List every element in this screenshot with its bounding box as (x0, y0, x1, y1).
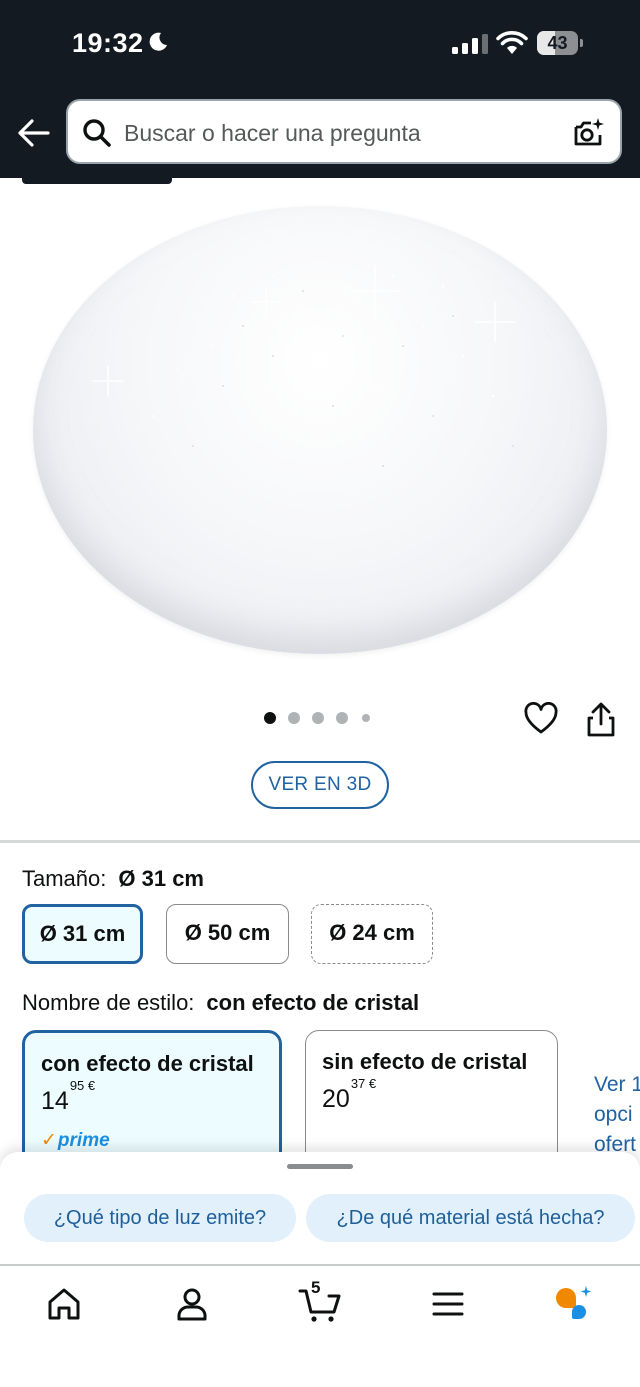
share-icon[interactable] (584, 700, 618, 738)
style-heading: Nombre de estilo: con efecto de cristal (22, 990, 419, 1016)
home-icon[interactable] (42, 1282, 86, 1326)
pagination-dot[interactable] (312, 712, 324, 724)
style-option-name: con efecto de cristal (41, 1051, 254, 1076)
prime-check-icon: ✓ (41, 1130, 57, 1151)
search-icon (83, 119, 111, 147)
cart-count-badge: 5 (311, 1278, 321, 1297)
cart-button[interactable]: 5 (298, 1278, 342, 1326)
bottom-navigation: 5 (0, 1264, 640, 1387)
size-option-50[interactable]: Ø 50 cm (166, 904, 289, 964)
menu-icon[interactable] (426, 1282, 470, 1326)
back-arrow-icon[interactable] (14, 114, 52, 152)
suggestion-sheet: ¿Qué tipo de luz emite? ¿De qué material… (0, 1152, 640, 1268)
suggestion-chip-material[interactable]: ¿De qué material está hecha? (306, 1194, 635, 1242)
battery-percent: 43 (547, 33, 568, 53)
search-placeholder: Buscar o hacer una pregunta (124, 120, 421, 146)
pagination-dot[interactable] (288, 712, 300, 724)
search-bar[interactable]: Buscar o hacer una pregunta (66, 99, 622, 164)
rufus-assistant-icon[interactable] (552, 1282, 596, 1326)
style-option-con-efecto[interactable]: con efecto de cristal 1495 € ✓prime (22, 1030, 282, 1170)
style-option-name: sin efecto de cristal (322, 1049, 528, 1074)
style-option-price: 2037 € (322, 1075, 377, 1113)
pagination-dot[interactable] (336, 712, 348, 724)
status-time: 19:32 (72, 28, 144, 58)
style-selected-value: con efecto de cristal (206, 990, 420, 1015)
sparkle-pattern (92, 264, 516, 467)
section-divider (0, 840, 640, 843)
moon-icon (149, 32, 167, 51)
top-bar: 19:32 43 Buscar o hacer una pregunta (0, 0, 640, 178)
suggestion-chip-light-type[interactable]: ¿Qué tipo de luz emite? (24, 1194, 296, 1242)
camera-search-icon[interactable] (571, 116, 605, 150)
product-image-ceiling-lamp[interactable] (33, 206, 607, 654)
size-label: Tamaño: (22, 866, 107, 891)
image-badge (22, 178, 172, 184)
size-option-31[interactable]: Ø 31 cm (22, 904, 143, 964)
size-heading: Tamaño: Ø 31 cm (22, 866, 204, 892)
signal-icon (452, 34, 488, 54)
account-icon[interactable] (170, 1282, 214, 1326)
size-selected-value: Ø 31 cm (118, 866, 204, 891)
prime-badge: ✓prime (41, 1130, 110, 1151)
size-option-24[interactable]: Ø 24 cm (311, 904, 433, 964)
pagination-dot[interactable] (362, 714, 370, 722)
sheet-drag-handle[interactable] (287, 1164, 353, 1169)
status-bar: 19:32 43 (0, 0, 640, 88)
battery-icon: 43 (537, 31, 583, 55)
heart-icon[interactable] (524, 702, 558, 736)
view-3d-button[interactable]: VER EN 3D (251, 761, 389, 809)
style-option-sin-efecto[interactable]: sin efecto de cristal 2037 € (305, 1030, 558, 1170)
style-option-price: 1495 € (41, 1077, 96, 1115)
wifi-icon (496, 31, 528, 54)
pagination-dot[interactable] (264, 712, 276, 724)
more-offers-link[interactable]: Ver 1 opci ofert (594, 1070, 640, 1160)
style-label: Nombre de estilo: (22, 990, 195, 1015)
